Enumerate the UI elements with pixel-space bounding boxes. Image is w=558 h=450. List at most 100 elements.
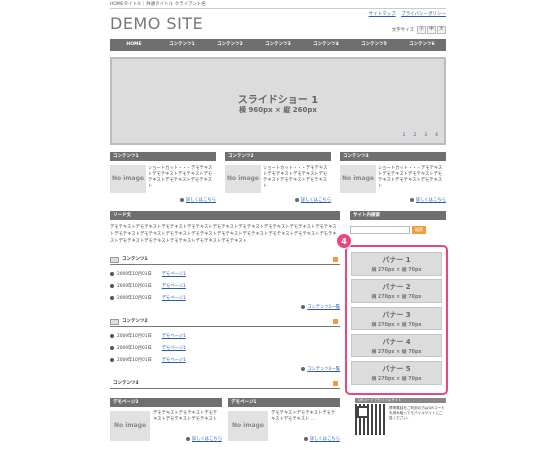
bullet-icon [110,283,114,288]
arrow-bullet-icon [301,304,306,309]
more-link[interactable]: 詳しくはこちら [409,197,446,203]
news-section-header: コンテンツ1 [110,256,340,265]
banner-4[interactable]: バナー 4 横 270px × 縦 70px [351,333,442,358]
slide-page-1[interactable]: 1 [403,133,406,138]
news-date: 2009年10月01日 [117,284,152,289]
more-link-label: 詳しくはこちら [191,437,222,442]
banner-2[interactable]: バナー 2 横 270px × 縦 70px [351,279,442,303]
banner-size: 横 270px × 縦 70px [371,268,422,273]
nav-item-home[interactable]: HOME [110,39,158,51]
news-icon [110,319,119,325]
arrow-bullet-icon [301,366,306,371]
banner-1[interactable]: バナー 1 横 270px × 縦 70px [351,252,442,276]
slide-page-4[interactable]: 4 [435,133,438,138]
font-size-small-button[interactable]: 小 [417,26,426,34]
bullet-icon [110,271,114,276]
qr-title: QRコードでモバイルサイト [355,398,446,403]
no-image-placeholder: No image [340,165,376,193]
site-logo[interactable]: DEMO SITE [110,14,203,33]
font-size-medium-button[interactable]: 中 [427,26,436,34]
site-search: サイト内検索 検索 [350,211,446,234]
news-item: 2009年10月01日 デモページ1 [110,271,186,277]
slideshow[interactable]: スライドショー 1 横 960px × 縦 260px 1 2 3 4 [110,57,446,145]
content-block-text: ショートカット・・・デモテキストデモテキストデモテキストデモテキストデモテキスト… [263,166,328,189]
bullet-icon [110,357,114,362]
nav-item-contents3[interactable]: コンテンツ3 [254,39,302,51]
more-link[interactable]: 詳しくはこちら [294,197,331,203]
more-link[interactable]: 詳しくはこちら [185,436,222,442]
news-section-title: コンテンツ2 [122,319,148,324]
list-more-link[interactable]: コンテンツ2一覧 [301,366,340,372]
news-link[interactable]: デモページ1 [162,284,186,289]
news-item: 2009年10月01日 デモページ1 [110,345,186,351]
content-block: コンテンツ1 No image ショートカット・・・デモテキストデモテキストデモ… [110,152,216,208]
step-number-badge: 4 [336,233,352,249]
font-size-switcher: 文字サイズ 小 中 大 [392,26,446,34]
page-block-text: デモテキストデモテキストデモテキストデモテキスト ... [271,411,336,422]
news-item: 2009年10月01日 デモページ1 [110,283,186,289]
nav-item-contents1[interactable]: コンテンツ1 [158,39,206,51]
arrow-bullet-icon [294,197,299,202]
nav-item-contents5[interactable]: コンテンツ5 [350,39,398,51]
slideshow-size: 横 960px × 縦 260px [239,106,317,114]
page-block-title: デモページ2 [110,398,222,407]
page-block-title: デモページ1 [228,398,340,407]
banner-title: バナー 3 [382,310,411,319]
search-input[interactable] [350,226,410,234]
arrow-bullet-icon [179,197,184,202]
news-item: 2009年10月01日 デモページ1 [110,295,186,301]
news-date: 2009年10月01日 [117,346,152,351]
font-size-label: 文字サイズ [391,28,414,33]
global-nav: HOME コンテンツ1 コンテンツ2 コンテンツ3 コンテンツ4 コンテンツ5 … [110,39,446,51]
bottom-blocks: デモページ2 No image デモテキストデモテキストデモテキストデモテキスト… [110,398,340,446]
content-block-text: ショートカット・・・デモテキストデモテキストデモテキストデモテキストデモテキスト… [148,166,213,189]
banner-size: 横 270px × 縦 70px [371,377,422,383]
news-link[interactable]: デモページ1 [162,272,186,277]
content-block-title: コンテンツ3 [340,152,446,161]
qr-code-icon [355,404,386,435]
nav-item-contents6[interactable]: コンテンツ6 [398,39,446,51]
rss-icon[interactable] [333,319,338,324]
list-more-link[interactable]: コンテンツ1一覧 [301,304,340,310]
slide-page-3[interactable]: 3 [424,133,427,138]
slide-page-2[interactable]: 2 [413,133,416,138]
slideshow-title: スライドショー 1 [237,95,319,106]
news-link[interactable]: デモページ1 [162,296,186,301]
content-block: コンテンツ3 No image ショートカット・・・デモテキストデモテキストデモ… [340,152,446,208]
news-link[interactable]: デモページ1 [162,358,186,363]
page-block: デモページ1 No image デモテキストデモテキストデモテキストデモテキスト… [228,398,340,446]
banner-area-highlight: バナー 1 横 270px × 縦 70px バナー 2 横 270px × 縦… [345,245,448,395]
banner-size: 横 270px × 縦 70px [371,349,422,355]
more-link[interactable]: 詳しくはこちら [303,436,340,442]
news-link[interactable]: デモページ1 [162,334,186,339]
news-icon [110,257,119,263]
font-size-large-button[interactable]: 大 [437,26,446,34]
page: HOMEタイトル｜共通タイトル クライアント名 サイトマップ プライバシーポリシ… [110,0,448,450]
more-link-label: 詳しくはこちら [185,198,216,203]
search-button[interactable]: 検索 [412,226,426,234]
banner-title: バナー 2 [382,283,411,292]
banner-5[interactable]: バナー 5 横 270px × 縦 70px [351,361,442,385]
page-block: デモページ2 No image デモテキストデモテキストデモテキストデモテキスト… [110,398,222,446]
more-link[interactable]: 詳しくはこちら [179,197,216,203]
content-block: コンテンツ2 No image ショートカット・・・デモテキストデモテキストデモ… [225,152,331,208]
nav-item-contents2[interactable]: コンテンツ2 [206,39,254,51]
banner-title: バナー 1 [382,256,411,264]
breadcrumb: HOMEタイトル｜共通タイトル クライアント名 [110,0,446,9]
news-date: 2009年10月01日 [117,358,152,363]
nav-item-contents4[interactable]: コンテンツ4 [302,39,350,51]
rss-icon[interactable] [333,381,338,386]
privacy-policy-link[interactable]: プライバシーポリシー [401,12,446,17]
no-image-placeholder: No image [228,411,268,441]
sitemap-link[interactable]: サイトマップ [369,12,396,17]
more-link-label: 詳しくはこちら [415,198,446,203]
news-section-header: コンテンツ3 [110,380,340,389]
news-link[interactable]: デモページ1 [162,346,186,351]
rss-icon[interactable] [333,257,338,262]
bullet-icon [110,345,114,350]
lead-section: リード文 デモテキストデモテキストデモテキストデモテキストデモテキストデモテキス… [110,211,340,245]
list-more-label: コンテンツ1一覧 [307,305,340,310]
banner-3[interactable]: バナー 3 横 270px × 縦 70px [351,306,442,331]
list-more-label: コンテンツ2一覧 [307,367,340,372]
more-link-label: 詳しくはこちら [300,198,331,203]
